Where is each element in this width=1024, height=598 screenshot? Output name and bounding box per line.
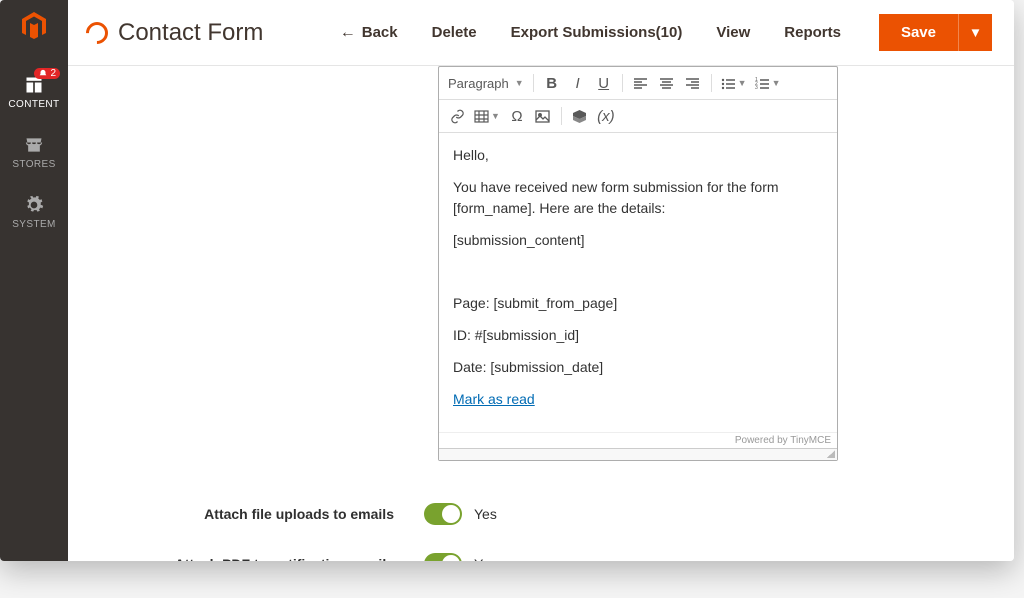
editor-content[interactable]: Hello, You have received new form submis… [439, 133, 837, 432]
editor-toolbar-row-2: ▼ Ω (x) [439, 100, 837, 133]
title-ring-icon [81, 17, 112, 48]
arrow-left-icon [340, 24, 356, 42]
export-submissions-button[interactable]: Export Submissions(10) [511, 24, 683, 41]
table-button[interactable]: ▼ [471, 104, 503, 128]
numbered-list-button[interactable]: 123▼ [752, 71, 784, 95]
sidebar-item-stores[interactable]: STORES [0, 122, 68, 182]
editor-toolbar-row-1: Paragraph▼ B I U ▼ 123▼ [439, 67, 837, 100]
align-center-button[interactable] [655, 71, 679, 95]
svg-text:3: 3 [755, 85, 758, 91]
editor-resize-handle[interactable] [439, 448, 837, 460]
format-select[interactable]: Paragraph▼ [445, 71, 527, 95]
save-dropdown-button[interactable]: ▼ [958, 14, 992, 51]
view-button[interactable]: View [716, 24, 750, 41]
reports-button[interactable]: Reports [784, 24, 841, 41]
back-button[interactable]: Back [340, 24, 398, 42]
save-button[interactable]: Save [879, 14, 958, 51]
toggle-value: Yes [474, 556, 497, 561]
page-header: Contact Form Back Delete Export Submissi… [68, 0, 1014, 66]
editor-powered-by: Powered by TinyMCE [439, 432, 837, 448]
sidebar-item-content[interactable]: CONTENT 2 [0, 62, 68, 122]
toggle-attach-uploads[interactable] [424, 503, 462, 525]
page-title: Contact Form [118, 19, 263, 47]
sidebar-item-label: SYSTEM [12, 219, 56, 230]
field-attach-file-uploads: Attach file uploads to emails Yes [68, 489, 1014, 539]
image-button[interactable] [531, 104, 555, 128]
admin-sidebar: CONTENT 2 STORES SYSTEM [0, 0, 68, 561]
bullet-list-button[interactable]: ▼ [718, 71, 750, 95]
special-char-button[interactable]: Ω [505, 104, 529, 128]
sidebar-item-label: STORES [12, 159, 55, 170]
field-label: Attach file uploads to emails [68, 506, 424, 522]
bold-button[interactable]: B [540, 71, 564, 95]
mark-as-read-link[interactable]: Mark as read [453, 391, 535, 407]
wysiwyg-editor: Paragraph▼ B I U ▼ 123▼ ▼ Ω [438, 66, 838, 461]
badge-count: 2 [50, 68, 56, 79]
sidebar-item-system[interactable]: SYSTEM [0, 182, 68, 242]
italic-button[interactable]: I [566, 71, 590, 95]
variable-button[interactable]: (x) [594, 104, 618, 128]
triangle-down-icon: ▼ [969, 25, 982, 40]
widget-button[interactable] [568, 104, 592, 128]
field-attach-pdf: Attach PDF to notification emails Yes [68, 539, 1014, 561]
sidebar-item-label: CONTENT [8, 99, 59, 110]
link-button[interactable] [445, 104, 469, 128]
toggle-value: Yes [474, 506, 497, 522]
underline-button[interactable]: U [592, 71, 616, 95]
delete-button[interactable]: Delete [432, 24, 477, 41]
magento-logo [18, 10, 50, 42]
field-label: Attach PDF to notification emails [68, 556, 424, 561]
toggle-attach-pdf[interactable] [424, 553, 462, 561]
align-left-button[interactable] [629, 71, 653, 95]
notification-badge: 2 [34, 68, 60, 79]
align-right-button[interactable] [681, 71, 705, 95]
